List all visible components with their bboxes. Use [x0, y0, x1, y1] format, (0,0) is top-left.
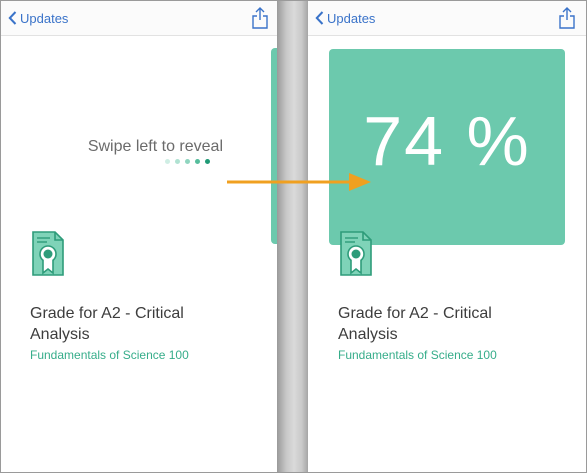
- course-link[interactable]: Fundamentals of Science 100: [30, 348, 189, 362]
- comparison-frame: Updates Swipe left to reveal Grade for A…: [0, 0, 587, 473]
- dot: [165, 159, 170, 164]
- item-title[interactable]: Grade for A2 - Critical Analysis: [30, 303, 220, 345]
- back-label: Updates: [327, 10, 376, 26]
- dot: [195, 159, 200, 164]
- certificate-icon: [340, 231, 372, 276]
- nav-bar: Updates: [308, 1, 586, 36]
- arrow-right-icon: [227, 173, 371, 191]
- back-button[interactable]: Updates: [315, 9, 375, 27]
- share-icon[interactable]: [251, 7, 269, 29]
- item-title[interactable]: Grade for A2 - Critical Analysis: [338, 303, 528, 345]
- share-icon[interactable]: [558, 7, 576, 29]
- left-screen: Updates Swipe left to reveal Grade for A…: [1, 1, 277, 472]
- nav-bar: Updates: [1, 1, 277, 36]
- certificate-icon: [32, 231, 64, 276]
- swipe-hint: Swipe left to reveal: [87, 138, 223, 155]
- dot: [205, 159, 210, 164]
- dot: [175, 159, 180, 164]
- item-title-line2: Analysis: [30, 326, 90, 343]
- dot: [185, 159, 190, 164]
- back-chevron-icon: [8, 11, 17, 25]
- item-title-line1: Grade for A2 - Critical: [338, 305, 492, 322]
- item-title-line2: Analysis: [338, 326, 398, 343]
- right-screen: Updates 74 % Grade for A2 - Critical Ana…: [308, 1, 586, 472]
- back-chevron-icon: [315, 11, 324, 25]
- grade-value: 74 %: [363, 102, 531, 180]
- course-link[interactable]: Fundamentals of Science 100: [338, 348, 497, 362]
- back-button[interactable]: Updates: [8, 9, 68, 27]
- swipe-dots: [165, 159, 210, 164]
- item-title-line1: Grade for A2 - Critical: [30, 305, 184, 322]
- screen-divider: [277, 1, 308, 472]
- back-label: Updates: [20, 10, 69, 26]
- grade-card[interactable]: 74 %: [329, 49, 565, 245]
